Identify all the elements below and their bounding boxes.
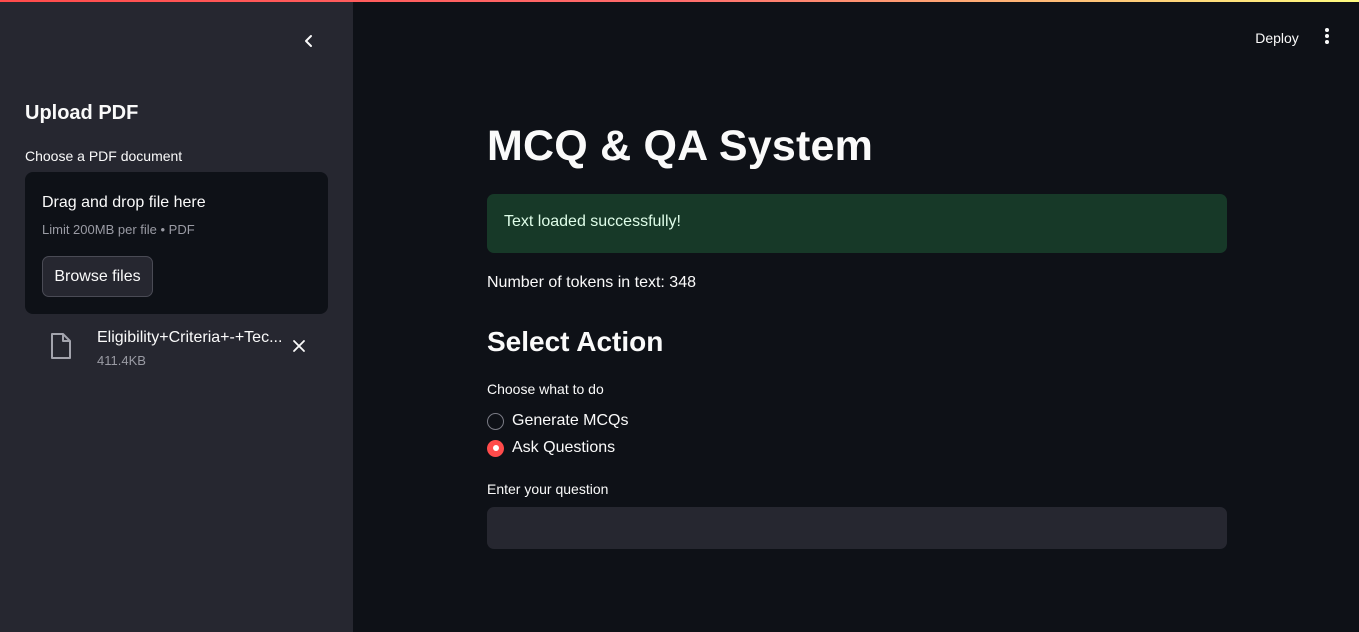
uploader-label: Choose a PDF document [25,148,183,164]
file-name: Eligibility+Criteria+-+Tec... [97,329,283,346]
browse-files-button[interactable]: Browse files [42,256,153,297]
sidebar-title: Upload PDF [25,102,139,124]
close-icon [292,339,306,358]
dropzone-title: Drag and drop file here [42,194,206,211]
radio-option-label: Ask Questions [512,439,616,456]
file-size: 411.4KB [97,353,146,368]
main-menu-button[interactable] [1316,24,1338,52]
deploy-button[interactable]: Deploy [1244,24,1310,52]
section-title: Select Action [487,326,664,357]
radio-button-selected[interactable] [487,439,504,457]
page-title: MCQ & QA System [487,122,874,170]
question-input[interactable] [487,507,1227,549]
radio-option-ask-questions[interactable]: Ask Questions [487,437,615,459]
collapse-sidebar-button[interactable] [296,30,322,56]
remove-file-button[interactable] [288,337,310,359]
radio-option-label: Generate MCQs [512,412,629,429]
radio-button[interactable] [487,412,504,430]
file-dropzone[interactable]: Drag and drop file here Limit 200MB per … [25,172,328,314]
more-vertical-icon [1324,27,1330,50]
question-input-label: Enter your question [487,481,609,497]
file-icon [49,332,73,360]
token-count-text: Number of tokens in text: 348 [487,274,696,291]
sidebar: Upload PDF Choose a PDF document Drag an… [0,2,353,632]
chevron-left-icon [302,34,316,53]
uploaded-file: Eligibility+Criteria+-+Tec... 411.4KB [25,324,328,374]
success-alert: Text loaded successfully! [487,194,1227,253]
radio-group-label: Choose what to do [487,381,604,397]
radio-option-generate-mcqs[interactable]: Generate MCQs [487,410,628,432]
dropzone-limit: Limit 200MB per file • PDF [42,222,195,237]
success-message: Text loaded successfully! [504,213,681,230]
